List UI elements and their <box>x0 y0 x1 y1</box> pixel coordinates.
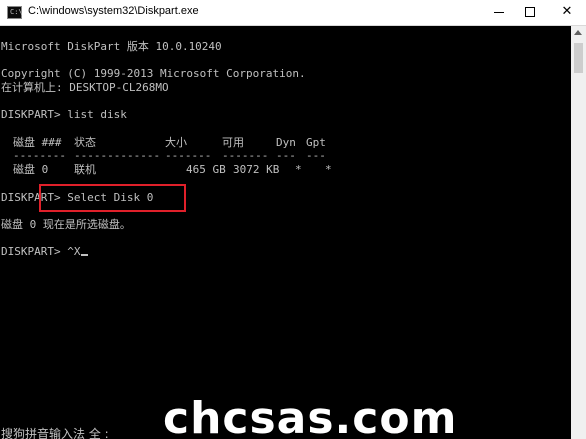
ime-status-bar[interactable]: 搜狗拼音输入法 全 : <box>1 425 109 439</box>
scroll-thumb[interactable] <box>574 43 583 73</box>
separator: --- <box>276 149 296 162</box>
text-cursor <box>81 254 89 256</box>
prompt-text: DISKPART> ^X <box>1 245 81 258</box>
separator: --- <box>306 149 326 162</box>
separator: ------- <box>222 149 269 162</box>
header-free: 可用 <box>222 136 244 149</box>
select-result: 磁盘 0 现在是所选磁盘。 <box>1 218 131 231</box>
header-disk: 磁盘 ### <box>13 136 62 149</box>
cell-gpt: * <box>325 163 332 176</box>
computer-line: 在计算机上: DESKTOP-CL268MO <box>1 81 169 94</box>
minimize-button[interactable] <box>484 0 514 25</box>
maximize-button[interactable] <box>515 0 545 25</box>
window-title: C:\windows\system32\Diskpart.exe <box>28 5 199 17</box>
header-size: 大小 <box>165 136 187 149</box>
separator: ------- <box>165 149 212 162</box>
console-output[interactable]: Microsoft DiskPart 版本 10.0.10240 Copyrig… <box>0 26 571 439</box>
highlight-annotation <box>39 184 186 212</box>
diskpart-window: C:\ C:\windows\system32\Diskpart.exe ✕ M… <box>0 0 586 439</box>
cell-size: 465 GB <box>186 163 226 176</box>
close-button[interactable]: ✕ <box>552 0 582 25</box>
scroll-up-icon[interactable] <box>574 30 582 35</box>
separator: ------------- <box>74 149 161 162</box>
maximize-icon <box>525 7 535 17</box>
header-gpt: Gpt <box>306 136 326 149</box>
header-status: 状态 <box>74 136 96 149</box>
cell-disk: 磁盘 0 <box>13 163 49 176</box>
title-bar[interactable]: C:\ C:\windows\system32\Diskpart.exe ✕ <box>0 0 586 26</box>
cell-status: 联机 <box>74 163 96 176</box>
current-prompt: DISKPART> ^X <box>1 245 89 258</box>
separator: -------- <box>13 149 66 162</box>
cell-free: 3072 KB <box>233 163 280 176</box>
command-list-disk: DISKPART> list disk <box>1 108 127 121</box>
header-dyn: Dyn <box>276 136 296 149</box>
copyright-line: Copyright (C) 1999-2013 Microsoft Corpor… <box>1 67 306 80</box>
cell-dyn: * <box>295 163 302 176</box>
version-line: Microsoft DiskPart 版本 10.0.10240 <box>1 40 222 53</box>
watermark: chcsas.com <box>163 393 458 439</box>
close-icon: ✕ <box>561 4 573 19</box>
vertical-scrollbar[interactable] <box>571 26 586 439</box>
minimize-icon <box>494 12 504 13</box>
console-icon[interactable]: C:\ <box>7 6 23 19</box>
